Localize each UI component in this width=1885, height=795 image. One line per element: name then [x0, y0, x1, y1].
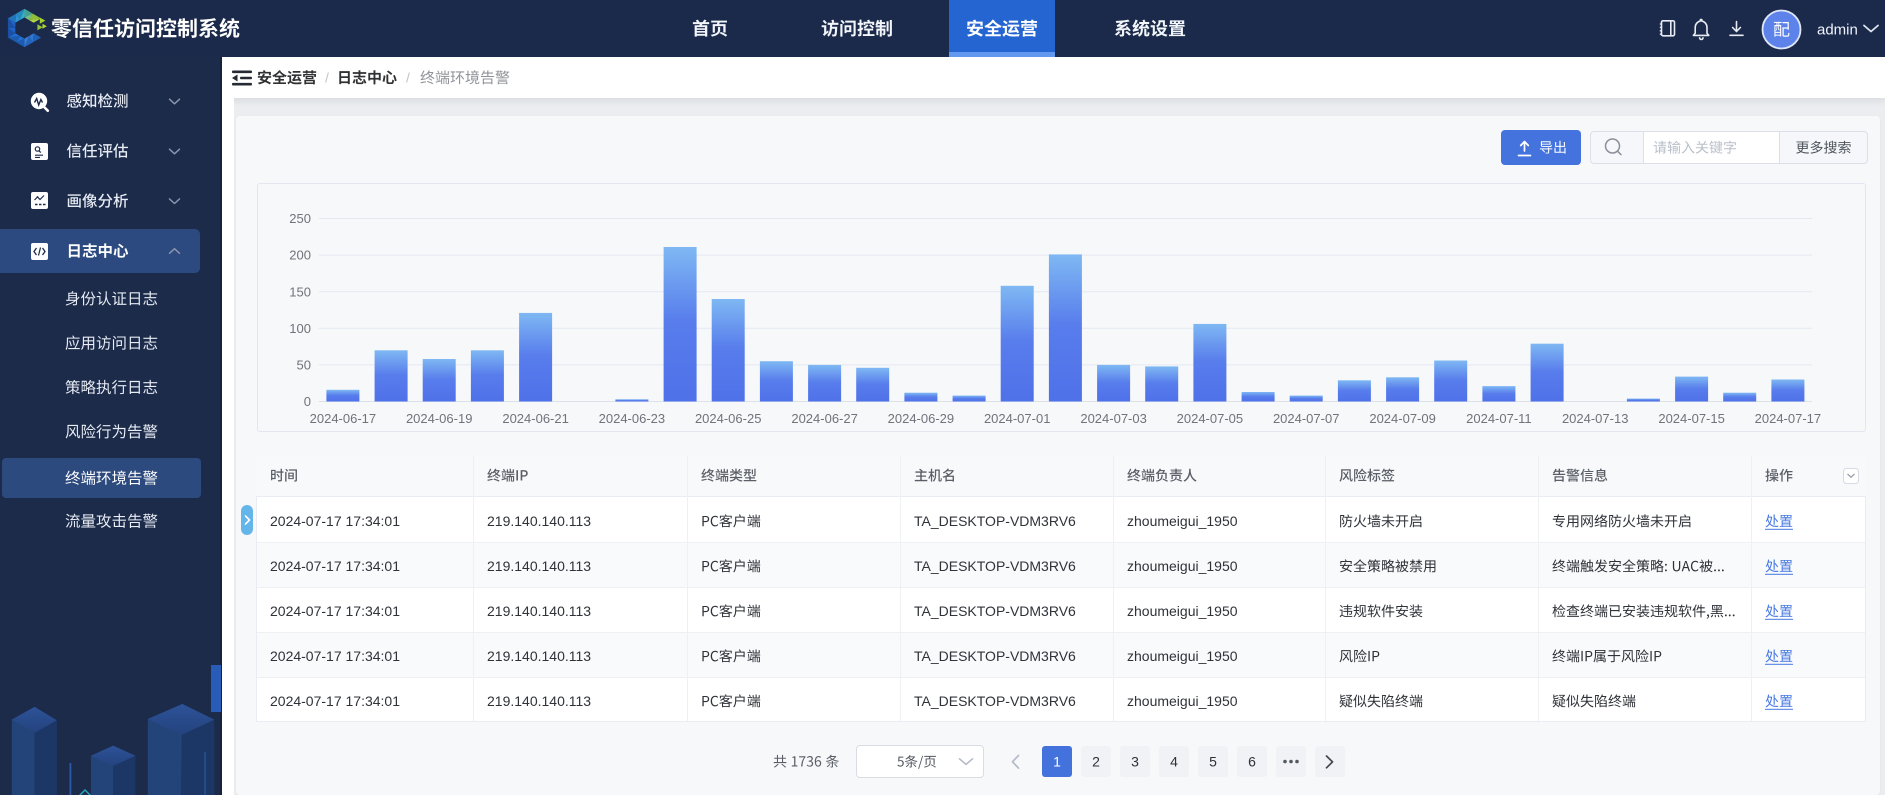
svg-text:2024-07-17 17:34:01: 2024-07-17 17:34:01: [270, 558, 400, 574]
svg-text:TA_DESKTOP-VDM3RV6: TA_DESKTOP-VDM3RV6: [914, 603, 1076, 619]
svg-text:219.140.140.113: 219.140.140.113: [487, 603, 591, 619]
svg-text:2024-06-17: 2024-06-17: [310, 411, 377, 426]
svg-text:zhoumeigui_1950: zhoumeigui_1950: [1127, 648, 1238, 664]
svg-text:2024-06-21: 2024-06-21: [502, 411, 569, 426]
svg-text:2024-06-19: 2024-06-19: [406, 411, 473, 426]
svg-text:219.140.140.113: 219.140.140.113: [487, 513, 591, 529]
svg-text:zhoumeigui_1950: zhoumeigui_1950: [1127, 603, 1238, 619]
svg-text:200: 200: [289, 248, 311, 263]
svg-text:2024-07-11: 2024-07-11: [1466, 411, 1532, 426]
svg-text:5: 5: [1209, 754, 1217, 770]
svg-text:TA_DESKTOP-VDM3RV6: TA_DESKTOP-VDM3RV6: [914, 513, 1076, 529]
svg-text:2024-06-23: 2024-06-23: [599, 411, 666, 426]
svg-text:2024-07-15: 2024-07-15: [1658, 411, 1725, 426]
svg-text:2024-07-17: 2024-07-17: [1755, 411, 1822, 426]
svg-text:2024-07-17 17:34:01: 2024-07-17 17:34:01: [270, 513, 400, 529]
svg-text:2024-07-01: 2024-07-01: [984, 411, 1051, 426]
svg-text:4: 4: [1170, 754, 1178, 770]
svg-text:2024-07-13: 2024-07-13: [1562, 411, 1629, 426]
svg-text:2024-06-25: 2024-06-25: [695, 411, 762, 426]
svg-text:3: 3: [1131, 754, 1139, 770]
svg-text:219.140.140.113: 219.140.140.113: [487, 648, 591, 664]
svg-text:TA_DESKTOP-VDM3RV6: TA_DESKTOP-VDM3RV6: [914, 648, 1076, 664]
svg-text:1: 1: [1053, 754, 1061, 770]
svg-text:TA_DESKTOP-VDM3RV6: TA_DESKTOP-VDM3RV6: [914, 558, 1076, 574]
svg-text:0: 0: [304, 394, 311, 409]
svg-text:250: 250: [289, 211, 311, 226]
svg-text:2024-07-07: 2024-07-07: [1273, 411, 1340, 426]
svg-text:2024-07-17 17:34:01: 2024-07-17 17:34:01: [270, 693, 400, 709]
svg-text:2024-07-17 17:34:01: 2024-07-17 17:34:01: [270, 648, 400, 664]
svg-text:2024-07-17 17:34:01: 2024-07-17 17:34:01: [270, 603, 400, 619]
svg-text:2024-07-09: 2024-07-09: [1369, 411, 1436, 426]
svg-text:zhoumeigui_1950: zhoumeigui_1950: [1127, 513, 1238, 529]
svg-text:50: 50: [297, 358, 311, 373]
svg-text:admin: admin: [1817, 22, 1858, 39]
svg-text:/: /: [406, 70, 410, 86]
svg-text:zhoumeigui_1950: zhoumeigui_1950: [1127, 693, 1238, 709]
svg-text:zhoumeigui_1950: zhoumeigui_1950: [1127, 558, 1238, 574]
svg-text:150: 150: [289, 284, 311, 299]
svg-text:2024-06-27: 2024-06-27: [791, 411, 858, 426]
svg-text:6: 6: [1248, 754, 1256, 770]
svg-text:2024-07-03: 2024-07-03: [1080, 411, 1147, 426]
svg-text:100: 100: [289, 321, 311, 336]
svg-text:2024-06-29: 2024-06-29: [888, 411, 955, 426]
svg-text:219.140.140.113: 219.140.140.113: [487, 558, 591, 574]
svg-text:219.140.140.113: 219.140.140.113: [487, 693, 591, 709]
svg-text:2024-07-05: 2024-07-05: [1177, 411, 1244, 426]
svg-text:/: /: [325, 70, 329, 86]
svg-text:TA_DESKTOP-VDM3RV6: TA_DESKTOP-VDM3RV6: [914, 693, 1076, 709]
svg-text:2: 2: [1092, 754, 1100, 770]
